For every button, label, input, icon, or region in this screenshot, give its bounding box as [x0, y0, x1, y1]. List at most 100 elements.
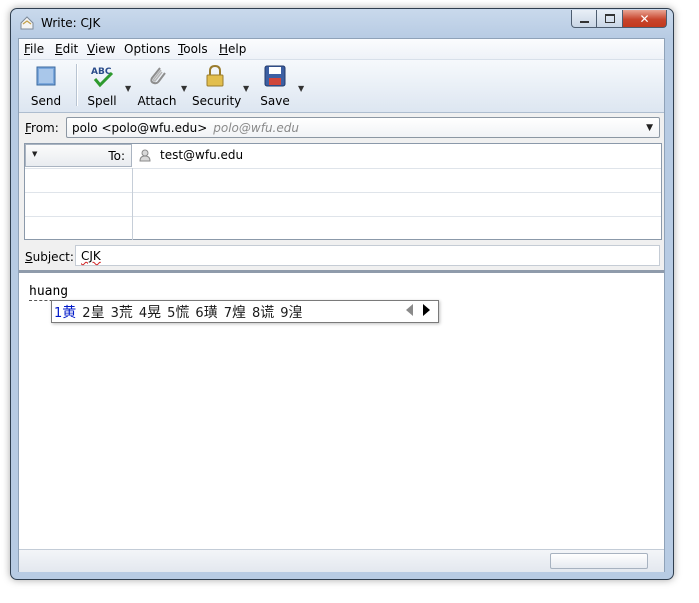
menu-tools-rest: ools — [183, 42, 208, 56]
close-button[interactable]: ✕ — [623, 10, 667, 28]
ime-candidate[interactable]: 3荒 — [111, 302, 133, 322]
save-label: Save — [260, 94, 290, 108]
recipients-list: ▼ To: test@wfu.edu — [24, 143, 662, 240]
menu-options[interactable]: Options — [124, 42, 170, 56]
from-identity-select[interactable]: polo <polo@wfu.edu> polo@wfu.edu ▼ — [66, 117, 660, 138]
ime-candidate-char: 璜 — [203, 304, 218, 321]
ime-candidate[interactable]: 5慌 — [167, 302, 189, 322]
from-ghost-text: polo@wfu.edu — [213, 121, 299, 135]
spell-check-icon: ABC — [90, 64, 114, 88]
from-row: From: polo <polo@wfu.edu> polo@wfu.edu ▼ — [19, 113, 664, 141]
ime-candidate-number: 3 — [110, 305, 119, 321]
menu-options-label: Options — [124, 42, 171, 56]
menu-edit[interactable]: Edit — [55, 42, 78, 56]
menu-help[interactable]: Help — [219, 42, 246, 56]
subject-label-rest: ubject: — [32, 250, 74, 264]
from-value-wrap: polo <polo@wfu.edu> polo@wfu.edu — [72, 121, 299, 135]
send-icon — [34, 64, 58, 88]
spell-button[interactable]: ABC Spell — [83, 64, 121, 108]
close-icon: ✕ — [639, 11, 650, 26]
ime-page-nav — [406, 304, 430, 316]
message-body-editor[interactable]: huang 1黄 2皇 3荒 4晃 5慌 6璜 7煌 8谎 9湟 — [19, 273, 664, 549]
recipient-type-select[interactable]: ▼ To: — [25, 144, 132, 167]
menu-edit-rest: dit — [62, 42, 79, 56]
subject-input[interactable]: CJK — [75, 245, 660, 266]
floppy-disk-icon — [263, 64, 287, 88]
maximize-button[interactable] — [597, 10, 623, 28]
menu-tools[interactable]: Tools — [178, 42, 208, 56]
ime-candidate-number: 6 — [195, 305, 204, 321]
recipient-row: ▼ To: test@wfu.edu — [25, 144, 661, 169]
ime-candidate-window: 1黄 2皇 3荒 4晃 5慌 6璜 7煌 8谎 9湟 — [51, 300, 439, 323]
chevron-down-icon: ▼ — [32, 150, 38, 158]
status-bar — [19, 549, 664, 572]
ime-candidate[interactable]: 9湟 — [280, 302, 302, 322]
spell-label: Spell — [87, 94, 117, 108]
attach-label: Attach — [137, 94, 177, 108]
subject-row: Subject: CJK — [19, 242, 664, 268]
ime-candidate-number: 7 — [223, 305, 232, 321]
attach-button[interactable]: Attach — [137, 64, 177, 108]
spell-dropdown-icon[interactable]: ▼ — [125, 84, 131, 93]
recipient-type-cell — [25, 216, 133, 240]
security-button[interactable]: Security — [192, 64, 242, 108]
window-controls: ✕ — [571, 10, 667, 29]
ime-candidate[interactable]: 7煌 — [224, 302, 246, 322]
previous-page-icon[interactable] — [406, 304, 413, 316]
progress-bar — [550, 553, 648, 569]
title-bar[interactable]: Write: CJK ✕ — [11, 9, 673, 35]
subject-label: Subject: — [25, 250, 74, 264]
window-client: File Edit View Options Tools Help Send A… — [18, 38, 665, 572]
save-button[interactable]: Save — [258, 64, 292, 108]
security-dropdown-icon[interactable]: ▼ — [243, 84, 249, 93]
send-button[interactable]: Send — [26, 64, 66, 108]
recipient-type-cell — [25, 168, 133, 192]
ime-candidate[interactable]: 2皇 — [82, 302, 104, 322]
ime-candidate-char: 煌 — [231, 304, 246, 321]
ime-candidate-char: 湟 — [288, 304, 303, 321]
thunderbird-write-icon — [19, 15, 35, 31]
recipient-type-cell — [25, 192, 133, 216]
toolbar: Send ABC Spell ▼ Attach ▼ Security ▼ Sav… — [19, 60, 664, 113]
ime-candidate[interactable]: 1黄 — [54, 302, 76, 322]
menu-view-rest: iew — [94, 42, 116, 56]
subject-value: CJK — [81, 249, 101, 263]
ime-candidate-char: 黄 — [62, 304, 77, 321]
ime-candidate-number: 9 — [280, 305, 289, 321]
minimize-button[interactable] — [571, 10, 597, 28]
chevron-down-icon: ▼ — [646, 123, 653, 133]
ime-candidate-char: 皇 — [90, 304, 105, 321]
menu-view[interactable]: View — [87, 42, 115, 56]
contact-icon — [139, 149, 151, 162]
window-title: Write: CJK — [41, 16, 101, 30]
ime-candidate-char: 谎 — [260, 304, 275, 321]
save-dropdown-icon[interactable]: ▼ — [298, 84, 304, 93]
minimize-icon — [579, 20, 589, 23]
send-label: Send — [30, 94, 62, 108]
paperclip-icon — [145, 64, 169, 88]
security-label: Security — [192, 94, 242, 108]
from-value: polo <polo@wfu.edu> — [72, 121, 208, 135]
ime-candidate-number: 8 — [251, 305, 261, 321]
toolbar-separator — [76, 64, 78, 106]
ime-candidate[interactable]: 6璜 — [195, 302, 217, 322]
ime-candidate-number: 2 — [82, 305, 91, 321]
menu-bar: File Edit View Options Tools Help — [19, 39, 664, 60]
from-label-rest: rom: — [31, 121, 59, 135]
attach-dropdown-icon[interactable]: ▼ — [181, 84, 187, 93]
recipient-address[interactable]: test@wfu.edu — [160, 148, 243, 162]
lock-icon — [203, 64, 227, 88]
ime-candidate-char: 晃 — [147, 304, 162, 321]
menu-file[interactable]: File — [24, 42, 44, 56]
ime-candidate-char: 慌 — [175, 304, 190, 321]
ime-candidate-number: 4 — [138, 305, 148, 321]
menu-help-rest: elp — [228, 42, 247, 56]
ime-candidate[interactable]: 4晃 — [139, 302, 161, 322]
recipient-row-empty[interactable] — [25, 216, 661, 240]
next-page-icon[interactable] — [423, 304, 430, 316]
compose-window: Write: CJK ✕ File Edit View Options Tool… — [10, 8, 674, 580]
recipient-row-empty[interactable] — [25, 192, 661, 217]
recipient-row-empty[interactable] — [25, 168, 661, 193]
ime-candidate[interactable]: 8谎 — [252, 302, 274, 322]
from-label: From: — [25, 121, 59, 135]
